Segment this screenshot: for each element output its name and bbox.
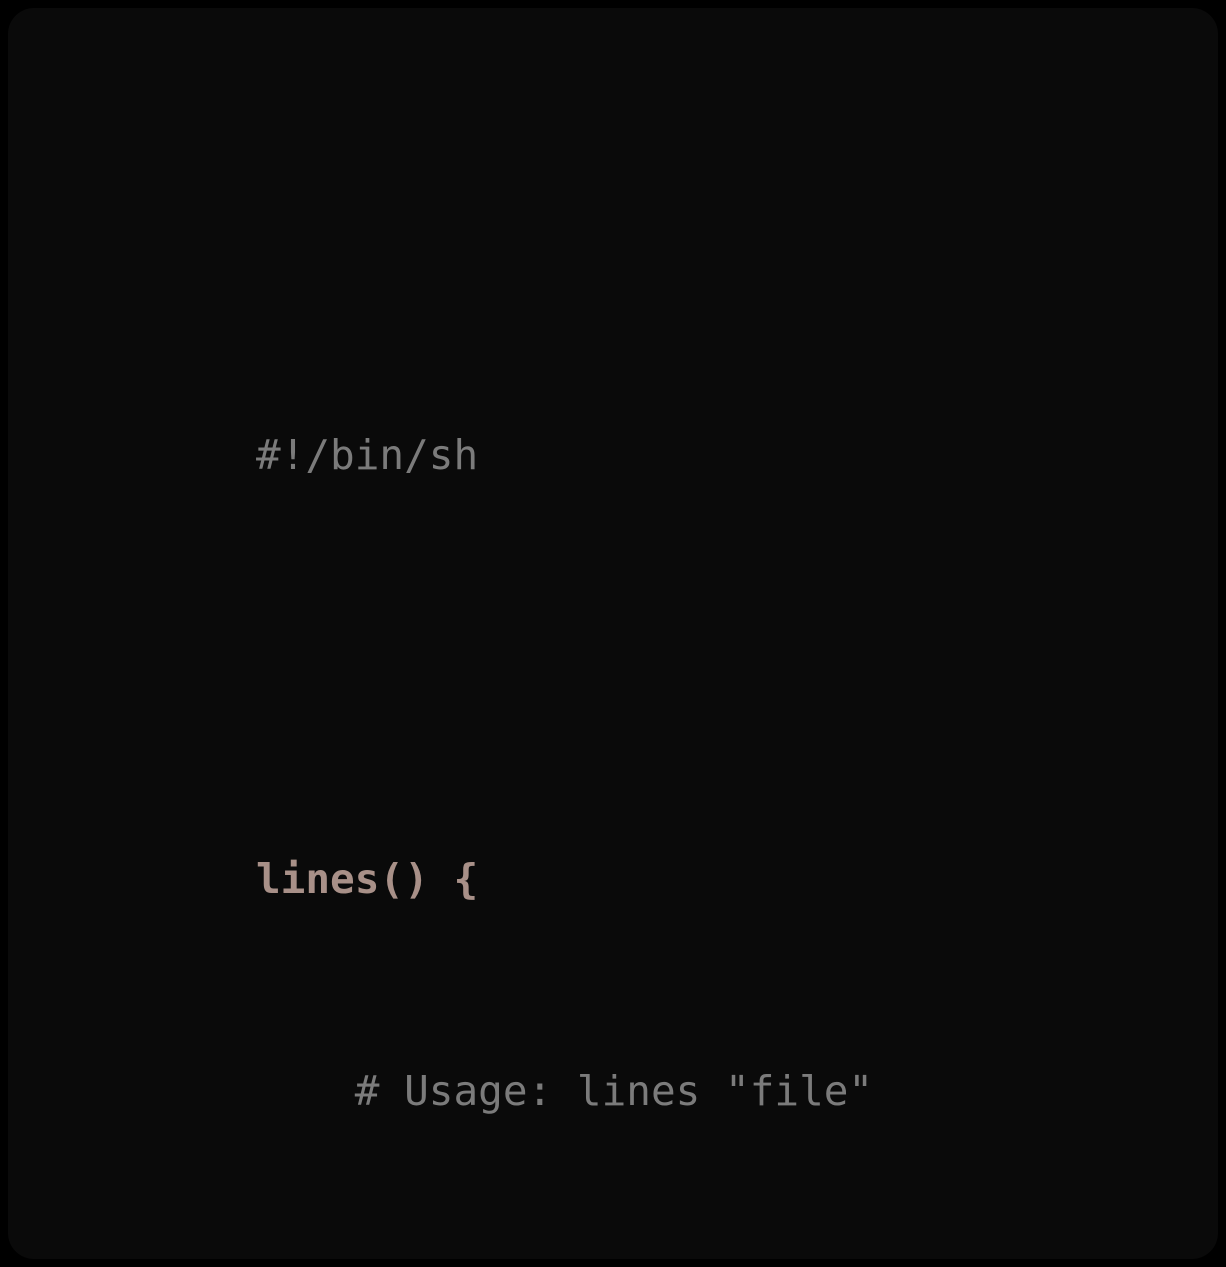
function-name: lines [256, 855, 380, 903]
function-parens: () [379, 855, 429, 903]
code-line-1[interactable]: #!/bin/sh [256, 429, 898, 482]
code-line-2[interactable] [256, 641, 898, 694]
code-editor-content[interactable]: #!/bin/sh lines() { # Usage: lines "file… [256, 270, 898, 1259]
editor-window: #!/bin/sh lines() { # Usage: lines "file… [8, 8, 1218, 1259]
code-line-4[interactable]: # Usage: lines "file" [256, 1065, 898, 1118]
code-line-3[interactable]: lines() { [256, 853, 898, 906]
usage-comment: # Usage: lines "file" [354, 1067, 874, 1115]
shebang-text: #!/bin/sh [256, 431, 479, 479]
open-brace: { [453, 855, 479, 903]
